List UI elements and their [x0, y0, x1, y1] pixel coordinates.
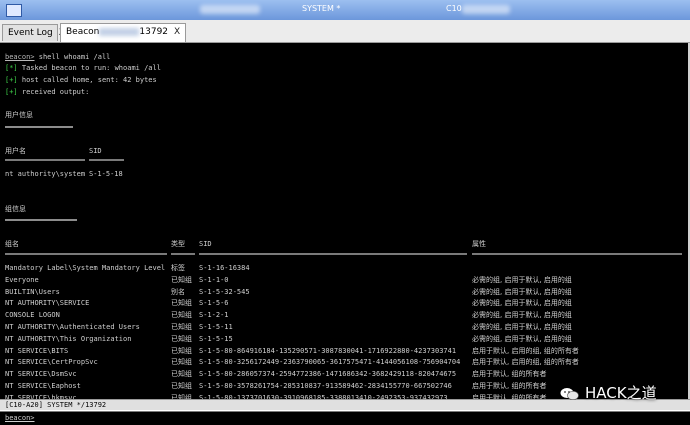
group-type-cell: 标签: [171, 264, 185, 272]
status-mark: [*]: [5, 64, 18, 72]
command-text: shell whoami /all: [34, 53, 111, 61]
group-sid-cell: S-1-5-80-864916184-135290571-3087830041-…: [199, 346, 457, 355]
group-attr-cell: 必需的组, 启用于默认, 启用的组: [472, 323, 572, 331]
tab-label: Beacon: [66, 27, 100, 37]
group-name-cell: BUILTIN\Users: [5, 287, 60, 296]
user-sid-cell: S-1-5-18: [89, 170, 123, 178]
user-name-cell: nt authority\system: [5, 170, 86, 178]
group-type-cell: 已知组: [171, 370, 192, 379]
divider: [5, 126, 73, 128]
group-type-cell: 已知组: [171, 323, 192, 331]
redacted-region: [462, 5, 510, 14]
group-name-cell: NT SERVICE\CertPropSvc: [5, 358, 98, 367]
group-name-cell: NT AUTHORITY\Authenticated Users: [5, 323, 140, 331]
group-sid-cell: S-1-5-80-286057374-2594772386-1471686342…: [199, 370, 457, 379]
input-prompt: beacon>: [5, 414, 35, 422]
group-type-cell: 已知组: [171, 275, 192, 284]
group-sid-cell: S-1-1-0: [199, 275, 229, 284]
group-type-cell: 已知组: [171, 299, 192, 308]
group-attr-cell: 启用于默认, 组的所有者: [472, 370, 547, 379]
output-line: [+] received output:: [5, 88, 89, 97]
user-table-header: SID: [89, 147, 102, 155]
group-attr-cell: 启用于默认, 组的所有者: [472, 382, 547, 390]
status-mark: [+]: [5, 76, 18, 84]
group-name-cell: NT SERVICE\Eaphost: [5, 382, 81, 390]
group-table-header: 组名: [5, 240, 19, 248]
group-table-header: SID: [199, 240, 212, 248]
watermark: HACK之道: [560, 382, 657, 408]
divider: [171, 253, 195, 255]
output-line: [*] Tasked beacon to run: whoami /all: [5, 64, 161, 73]
group-sid-cell: S-1-5-80-3256172449-2363790065-361757547…: [199, 358, 461, 367]
group-attr-cell: 必需的组, 启用于默认, 启用的组: [472, 334, 572, 343]
output-text: Tasked beacon to run: whoami /all: [17, 64, 161, 72]
command-input-bar: beacon>: [0, 411, 690, 425]
group-type-cell: 已知组: [171, 346, 192, 355]
group-sid-cell: S-1-5-32-545: [199, 287, 250, 296]
group-type-cell: 已知组: [171, 382, 192, 390]
group-name-cell: NT SERVICE\DsmSvc: [5, 370, 77, 379]
group-table-header: 属性: [472, 240, 486, 248]
divider: [5, 219, 77, 221]
group-name-cell: Mandatory Label\System Mandatory Level: [5, 264, 166, 272]
output-text: host called home, sent: 42 bytes: [17, 76, 157, 84]
redacted-region: [99, 27, 140, 36]
app-icon: [6, 4, 22, 17]
group-sid-cell: S-1-5-15: [199, 334, 233, 343]
status-mark: [+]: [5, 88, 18, 96]
group-name-cell: CONSOLE LOGON: [5, 311, 60, 320]
group-name-cell: NT AUTHORITY\SERVICE: [5, 299, 90, 308]
group-sid-cell: S-1-2-1: [199, 311, 229, 320]
divider: [89, 159, 124, 161]
divider: [472, 253, 682, 255]
divider: [199, 253, 467, 255]
group-attr-cell: 启用于默认, 启用的组, 组的所有者: [472, 358, 579, 367]
user-table-header: 用户名: [5, 147, 26, 155]
group-table-header: 类型: [171, 240, 185, 248]
group-attr-cell: 必需的组, 启用于默认, 启用的组: [472, 311, 572, 320]
group-name-cell: NT SERVICE\BITS: [5, 346, 69, 355]
tab-label-pid: 13792: [139, 27, 169, 37]
tab-beacon[interactable]: Beacon 13792 X: [60, 23, 186, 42]
group-sid-cell: S-1-5-6: [199, 299, 229, 308]
window-title: SYSTEM *: [302, 4, 341, 13]
tab-label: Event Log: [8, 28, 53, 38]
group-attr-cell: 必需的组, 启用于默认, 启用的组: [472, 299, 572, 308]
tab-event-log[interactable]: Event LogX: [2, 24, 65, 41]
group-attr-cell: 启用于默认, 启用的组, 组的所有者: [472, 346, 579, 355]
wechat-icon: [560, 387, 580, 401]
redacted-region: [200, 5, 260, 14]
group-sid-cell: S-1-5-11: [199, 323, 233, 331]
title-bar: SYSTEM * C10: [0, 0, 690, 21]
divider: [5, 159, 85, 161]
close-icon[interactable]: X: [174, 27, 180, 37]
output-text: received output:: [17, 88, 90, 96]
group-name-cell: Everyone: [5, 275, 39, 284]
console-prompt: beacon>: [5, 53, 35, 61]
user-info-heading: 用户信息: [5, 111, 33, 119]
output-line: [+] host called home, sent: 42 bytes: [5, 76, 157, 85]
group-type-cell: 别名: [171, 287, 185, 296]
group-attr-cell: 必需的组, 启用于默认, 启用的组: [472, 275, 572, 284]
group-type-cell: 已知组: [171, 358, 192, 367]
group-name-cell: NT AUTHORITY\This Organization: [5, 334, 132, 343]
watermark-text: HACK之道: [585, 384, 657, 402]
window-host: C10: [446, 4, 462, 13]
group-type-cell: 已知组: [171, 311, 192, 320]
group-attr-cell: 必需的组, 启用于默认, 启用的组: [472, 287, 572, 296]
divider: [5, 253, 167, 255]
group-type-cell: 已知组: [171, 334, 192, 343]
group-sid-cell: S-1-16-16384: [199, 264, 250, 272]
command-line: beacon> shell whoami /all: [5, 53, 110, 62]
console-output[interactable]: beacon> shell whoami /all [*] Tasked bea…: [0, 43, 690, 399]
tab-bar: Event LogX Beacon 13792 X: [0, 20, 690, 43]
group-sid-cell: S-1-5-80-3578261754-285310837-913589462-…: [199, 382, 452, 390]
command-input[interactable]: [38, 413, 682, 425]
group-info-heading: 组信息: [5, 205, 26, 213]
